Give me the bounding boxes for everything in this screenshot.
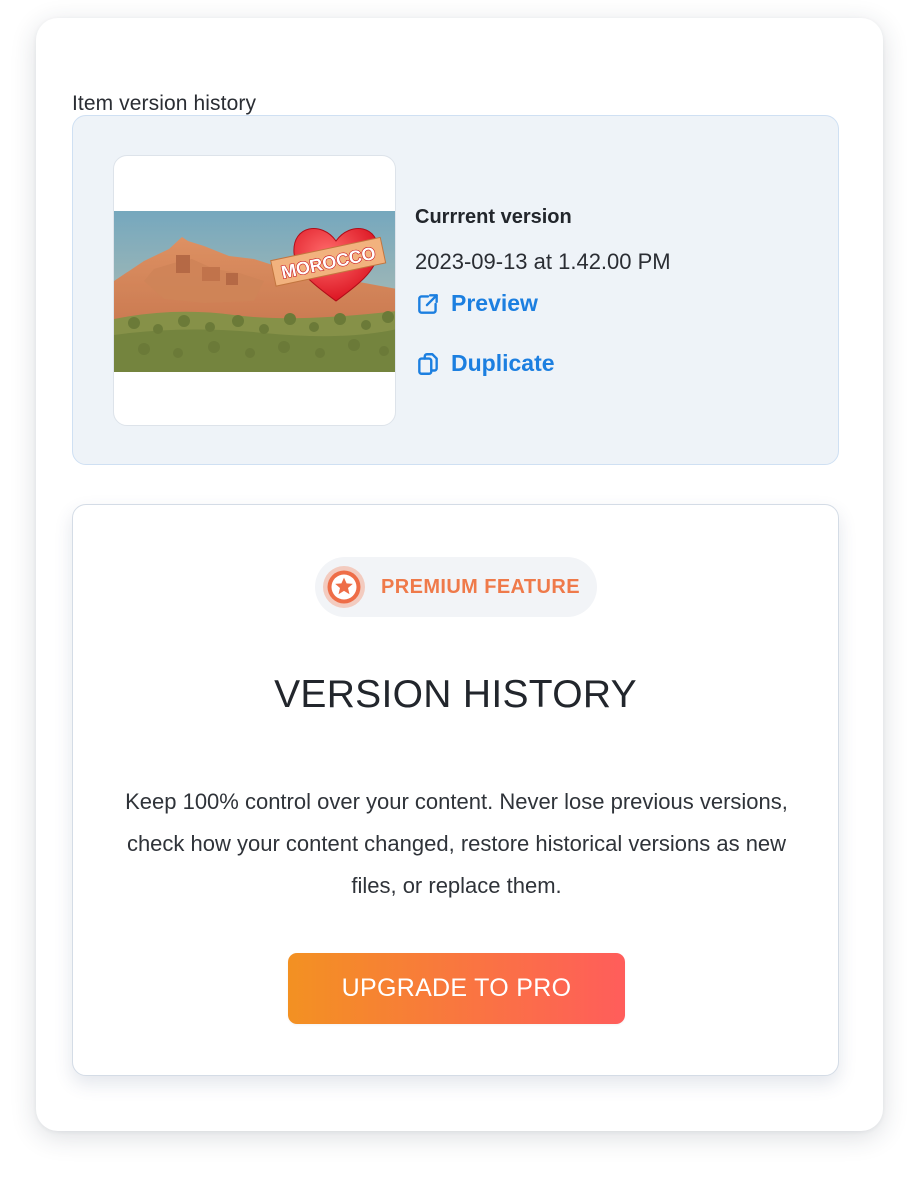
promo-description: Keep 100% control over your content. Nev…: [125, 789, 788, 898]
duplicate-label: Duplicate: [451, 350, 555, 376]
duplicate-link[interactable]: Duplicate: [415, 350, 555, 377]
preview-label: Preview: [451, 290, 538, 316]
thumbnail-image: MOROCCO: [114, 211, 395, 372]
current-version-label: Currrent version: [415, 206, 572, 228]
premium-promo-card: PREMIUM FEATURE VERSION HISTORY Keep 100…: [72, 504, 839, 1076]
preview-link[interactable]: Preview: [415, 290, 538, 317]
thumbnail: MOROCCO: [113, 155, 396, 426]
section-title: Item version history: [72, 92, 257, 115]
version-timestamp: 2023-09-13 at 1.42.00 PM: [415, 249, 671, 274]
promo-title: VERSION HISTORY: [274, 673, 637, 716]
upgrade-to-pro-button[interactable]: UPGRADE TO PRO: [288, 953, 625, 1024]
premium-badge: PREMIUM FEATURE: [315, 557, 597, 617]
star-badge-icon: [323, 566, 365, 608]
duplicate-icon: [418, 352, 438, 375]
premium-badge-label: PREMIUM FEATURE: [381, 575, 580, 598]
current-version-card: MOROCCO Currrent version 2023-09-13 at 1…: [72, 115, 839, 465]
version-history-panel: Item version history MOROCCO Currrent ve…: [36, 18, 883, 1131]
external-link-icon: [418, 293, 438, 314]
